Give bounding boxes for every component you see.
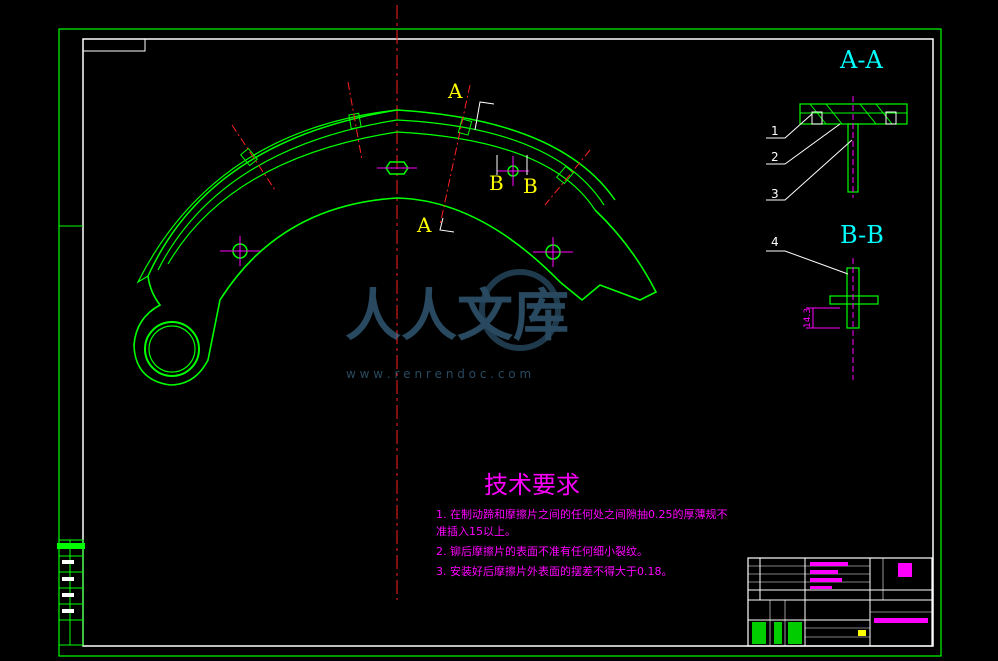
requirement-1: 1. 在制动蹄和摩擦片之间的任何处之间隙抽0.25的厚薄规不	[436, 507, 727, 521]
technical-requirements: 技术要求 1. 在制动蹄和摩擦片之间的任何处之间隙抽0.25的厚薄规不 准插入1…	[436, 471, 727, 578]
cut-b-left-label: B	[489, 171, 504, 195]
cut-a-top-label: A	[447, 79, 463, 103]
left-side-table	[57, 539, 85, 646]
leader-1: 1	[771, 124, 779, 138]
requirement-2: 2. 铆后摩擦片的表面不准有任何细小裂纹。	[436, 544, 648, 558]
leader-3: 3	[771, 187, 779, 201]
section-cut-a: A A	[416, 79, 495, 237]
section-aa-view: A-A 1 2 3	[766, 46, 908, 201]
watermark-brand: 人人文库	[345, 284, 569, 349]
watermark: 人人文库 w w w . r e n r e n d o c . c o m	[345, 269, 569, 381]
requirement-3: 3. 安装好后摩擦片外表面的摆差不得大于0.18。	[436, 564, 672, 578]
section-bb-view: B-B 14.3 4	[766, 221, 884, 380]
title-block	[747, 557, 933, 647]
watermark-url: w w w . r e n r e n d o c . c o m	[346, 367, 531, 381]
dimension-label: 14.3	[803, 308, 813, 328]
requirements-title: 技术要求	[484, 471, 580, 499]
cut-a-bottom-label: A	[416, 213, 432, 237]
section-bb-title: B-B	[840, 221, 884, 249]
requirement-1b: 准插入15以上。	[436, 524, 516, 538]
leader-4: 4	[771, 235, 779, 249]
section-aa-title: A-A	[839, 46, 883, 74]
leader-2: 2	[771, 150, 779, 164]
cut-b-right-label: B	[523, 174, 538, 198]
code-box	[82, 38, 146, 52]
radial-centerlines	[231, 81, 591, 226]
drawing-canvas: A A B B A-A 1 2 3 B-B 14.3 4 人人文库 w w w …	[57, 5, 942, 657]
